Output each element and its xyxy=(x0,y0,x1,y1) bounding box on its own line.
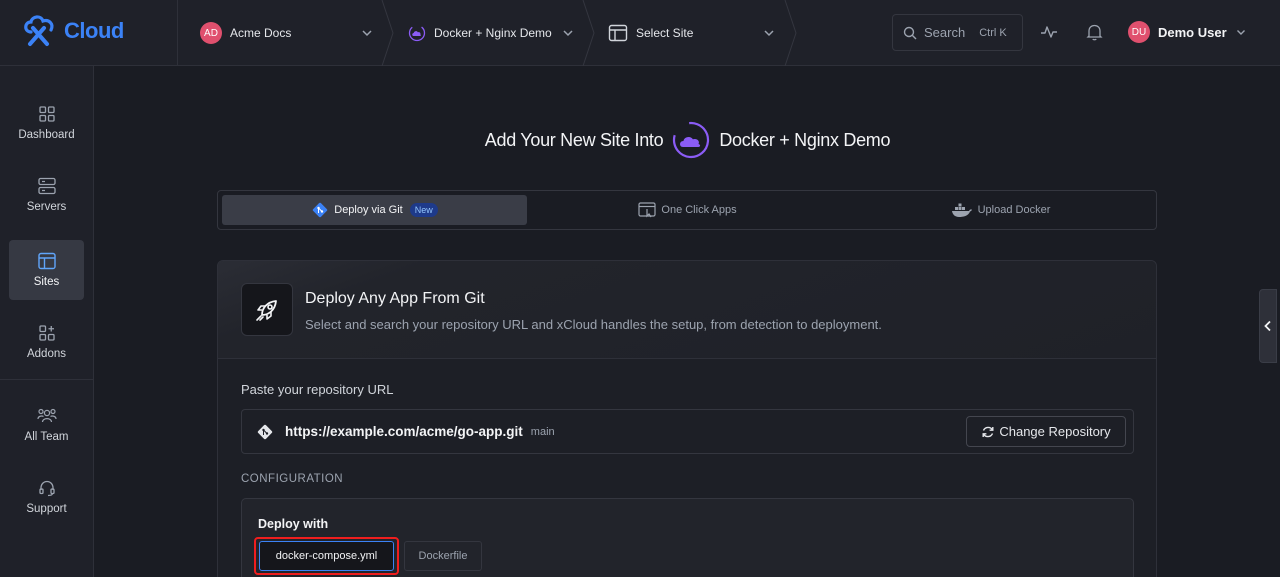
team-label: Acme Docs xyxy=(230,26,292,40)
chevron-left-icon xyxy=(1264,320,1271,332)
deploy-from-git-card: Deploy Any App From Git Select and searc… xyxy=(217,260,1157,577)
search-button[interactable]: Search Ctrl K xyxy=(892,14,1023,51)
breadcrumb-separator xyxy=(381,0,394,66)
deploy-with-label: Deploy with xyxy=(258,517,329,531)
repo-branch: main xyxy=(530,425,555,438)
rocket-icon-box xyxy=(241,283,293,336)
breadcrumb-separator xyxy=(582,0,595,66)
deploy-method-tabs: Deploy via Git New One Click Apps Upload… xyxy=(217,190,1157,230)
breadcrumb-team[interactable]: AD Acme Docs xyxy=(200,0,291,66)
sidebar-item-sites[interactable]: Sites xyxy=(9,240,84,300)
sidebar-item-label: Addons xyxy=(26,348,66,360)
one-click-apps-icon xyxy=(638,202,656,218)
sidebar-item-label: All Team xyxy=(24,431,69,443)
xcloud-logo-icon xyxy=(24,15,54,46)
server-cloud-icon xyxy=(408,24,426,42)
docker-icon xyxy=(951,203,972,217)
addons-icon xyxy=(38,325,55,341)
card-subtitle: Select and search your repository URL an… xyxy=(305,317,882,332)
breadcrumb-server[interactable]: Docker + Nginx Demo xyxy=(408,0,552,66)
logo-text: Cloud xyxy=(64,18,124,43)
configuration-heading: CONFIGURATION xyxy=(241,473,344,485)
new-badge: New xyxy=(409,203,438,217)
panel-toggle-button[interactable] xyxy=(1259,289,1277,363)
deploy-with-panel: Deploy with docker-compose.yml Dockerfil… xyxy=(241,498,1134,577)
support-headset-icon xyxy=(38,480,55,497)
repo-url-display: https://example.com/acme/go-app.git main… xyxy=(241,409,1134,454)
sidebar-item-support[interactable]: Support xyxy=(9,467,84,527)
notification-bell-icon[interactable] xyxy=(1086,23,1103,41)
sidebar-item-all-team[interactable]: All Team xyxy=(9,395,84,455)
change-repository-label: Change Repository xyxy=(999,424,1111,439)
search-icon xyxy=(903,26,917,39)
breadcrumb-site[interactable]: Select Site xyxy=(608,0,693,66)
rocket-icon xyxy=(256,299,277,321)
page-title-prefix: Add Your New Site Into xyxy=(484,129,664,150)
change-repository-button[interactable]: Change Repository xyxy=(966,416,1126,447)
activity-icon[interactable] xyxy=(1040,23,1058,41)
tab-label: One Click Apps xyxy=(661,204,737,216)
deploy-option-dockerfile[interactable]: Dockerfile xyxy=(404,541,482,571)
site-layout-icon xyxy=(608,24,628,42)
tab-label: Deploy via Git xyxy=(334,204,403,216)
user-avatar: DU xyxy=(1128,21,1150,43)
tab-label: Upload Docker xyxy=(977,204,1051,216)
sidebar-item-label: Sites xyxy=(33,276,60,288)
xcloud-logo[interactable]: Cloud xyxy=(22,14,124,48)
sidebar-item-label: Servers xyxy=(26,201,67,213)
server-label: Docker + Nginx Demo xyxy=(434,26,552,40)
sidebar-divider xyxy=(0,379,93,380)
git-icon xyxy=(257,424,273,439)
sidebar-item-servers[interactable]: Servers xyxy=(9,165,84,225)
page-title-server: Docker + Nginx Demo xyxy=(719,129,891,150)
chevron-down-icon xyxy=(1236,30,1245,35)
chevron-down-icon[interactable] xyxy=(561,26,575,40)
team-icon xyxy=(36,408,57,423)
page-title: Add Your New Site Into Docker + Nginx De… xyxy=(0,120,1280,160)
chevron-down-icon[interactable] xyxy=(762,26,776,40)
search-shortcut: Ctrl K xyxy=(979,26,1007,39)
logo-divider xyxy=(177,0,178,66)
top-bar: Cloud AD Acme Docs Docker + Nginx Demo S… xyxy=(0,0,1280,66)
deploy-option-docker-compose[interactable]: docker-compose.yml xyxy=(259,541,394,571)
sites-icon xyxy=(37,252,56,270)
git-icon xyxy=(313,202,328,218)
tab-one-click-apps[interactable]: One Click Apps xyxy=(535,195,840,225)
sidebar-item-label: Support xyxy=(26,503,67,515)
team-avatar: AD xyxy=(200,22,222,44)
site-label: Select Site xyxy=(636,26,694,40)
tab-deploy-via-git[interactable]: Deploy via Git New xyxy=(222,195,527,225)
server-cloud-icon xyxy=(673,121,710,159)
card-header: Deploy Any App From Git Select and searc… xyxy=(218,261,1156,359)
user-menu[interactable]: DU Demo User xyxy=(1128,21,1247,43)
servers-icon xyxy=(37,177,56,195)
tab-upload-docker[interactable]: Upload Docker xyxy=(848,195,1153,225)
card-title: Deploy Any App From Git xyxy=(305,290,485,307)
repo-url: https://example.com/acme/go-app.git xyxy=(285,424,523,439)
repo-url-label: Paste your repository URL xyxy=(241,382,394,397)
breadcrumb-separator xyxy=(784,0,797,66)
chevron-down-icon[interactable] xyxy=(360,26,374,40)
sidebar-item-addons[interactable]: Addons xyxy=(9,312,84,372)
search-label: Search xyxy=(924,25,966,40)
user-name: Demo User xyxy=(1158,24,1227,40)
refresh-icon xyxy=(982,426,994,437)
